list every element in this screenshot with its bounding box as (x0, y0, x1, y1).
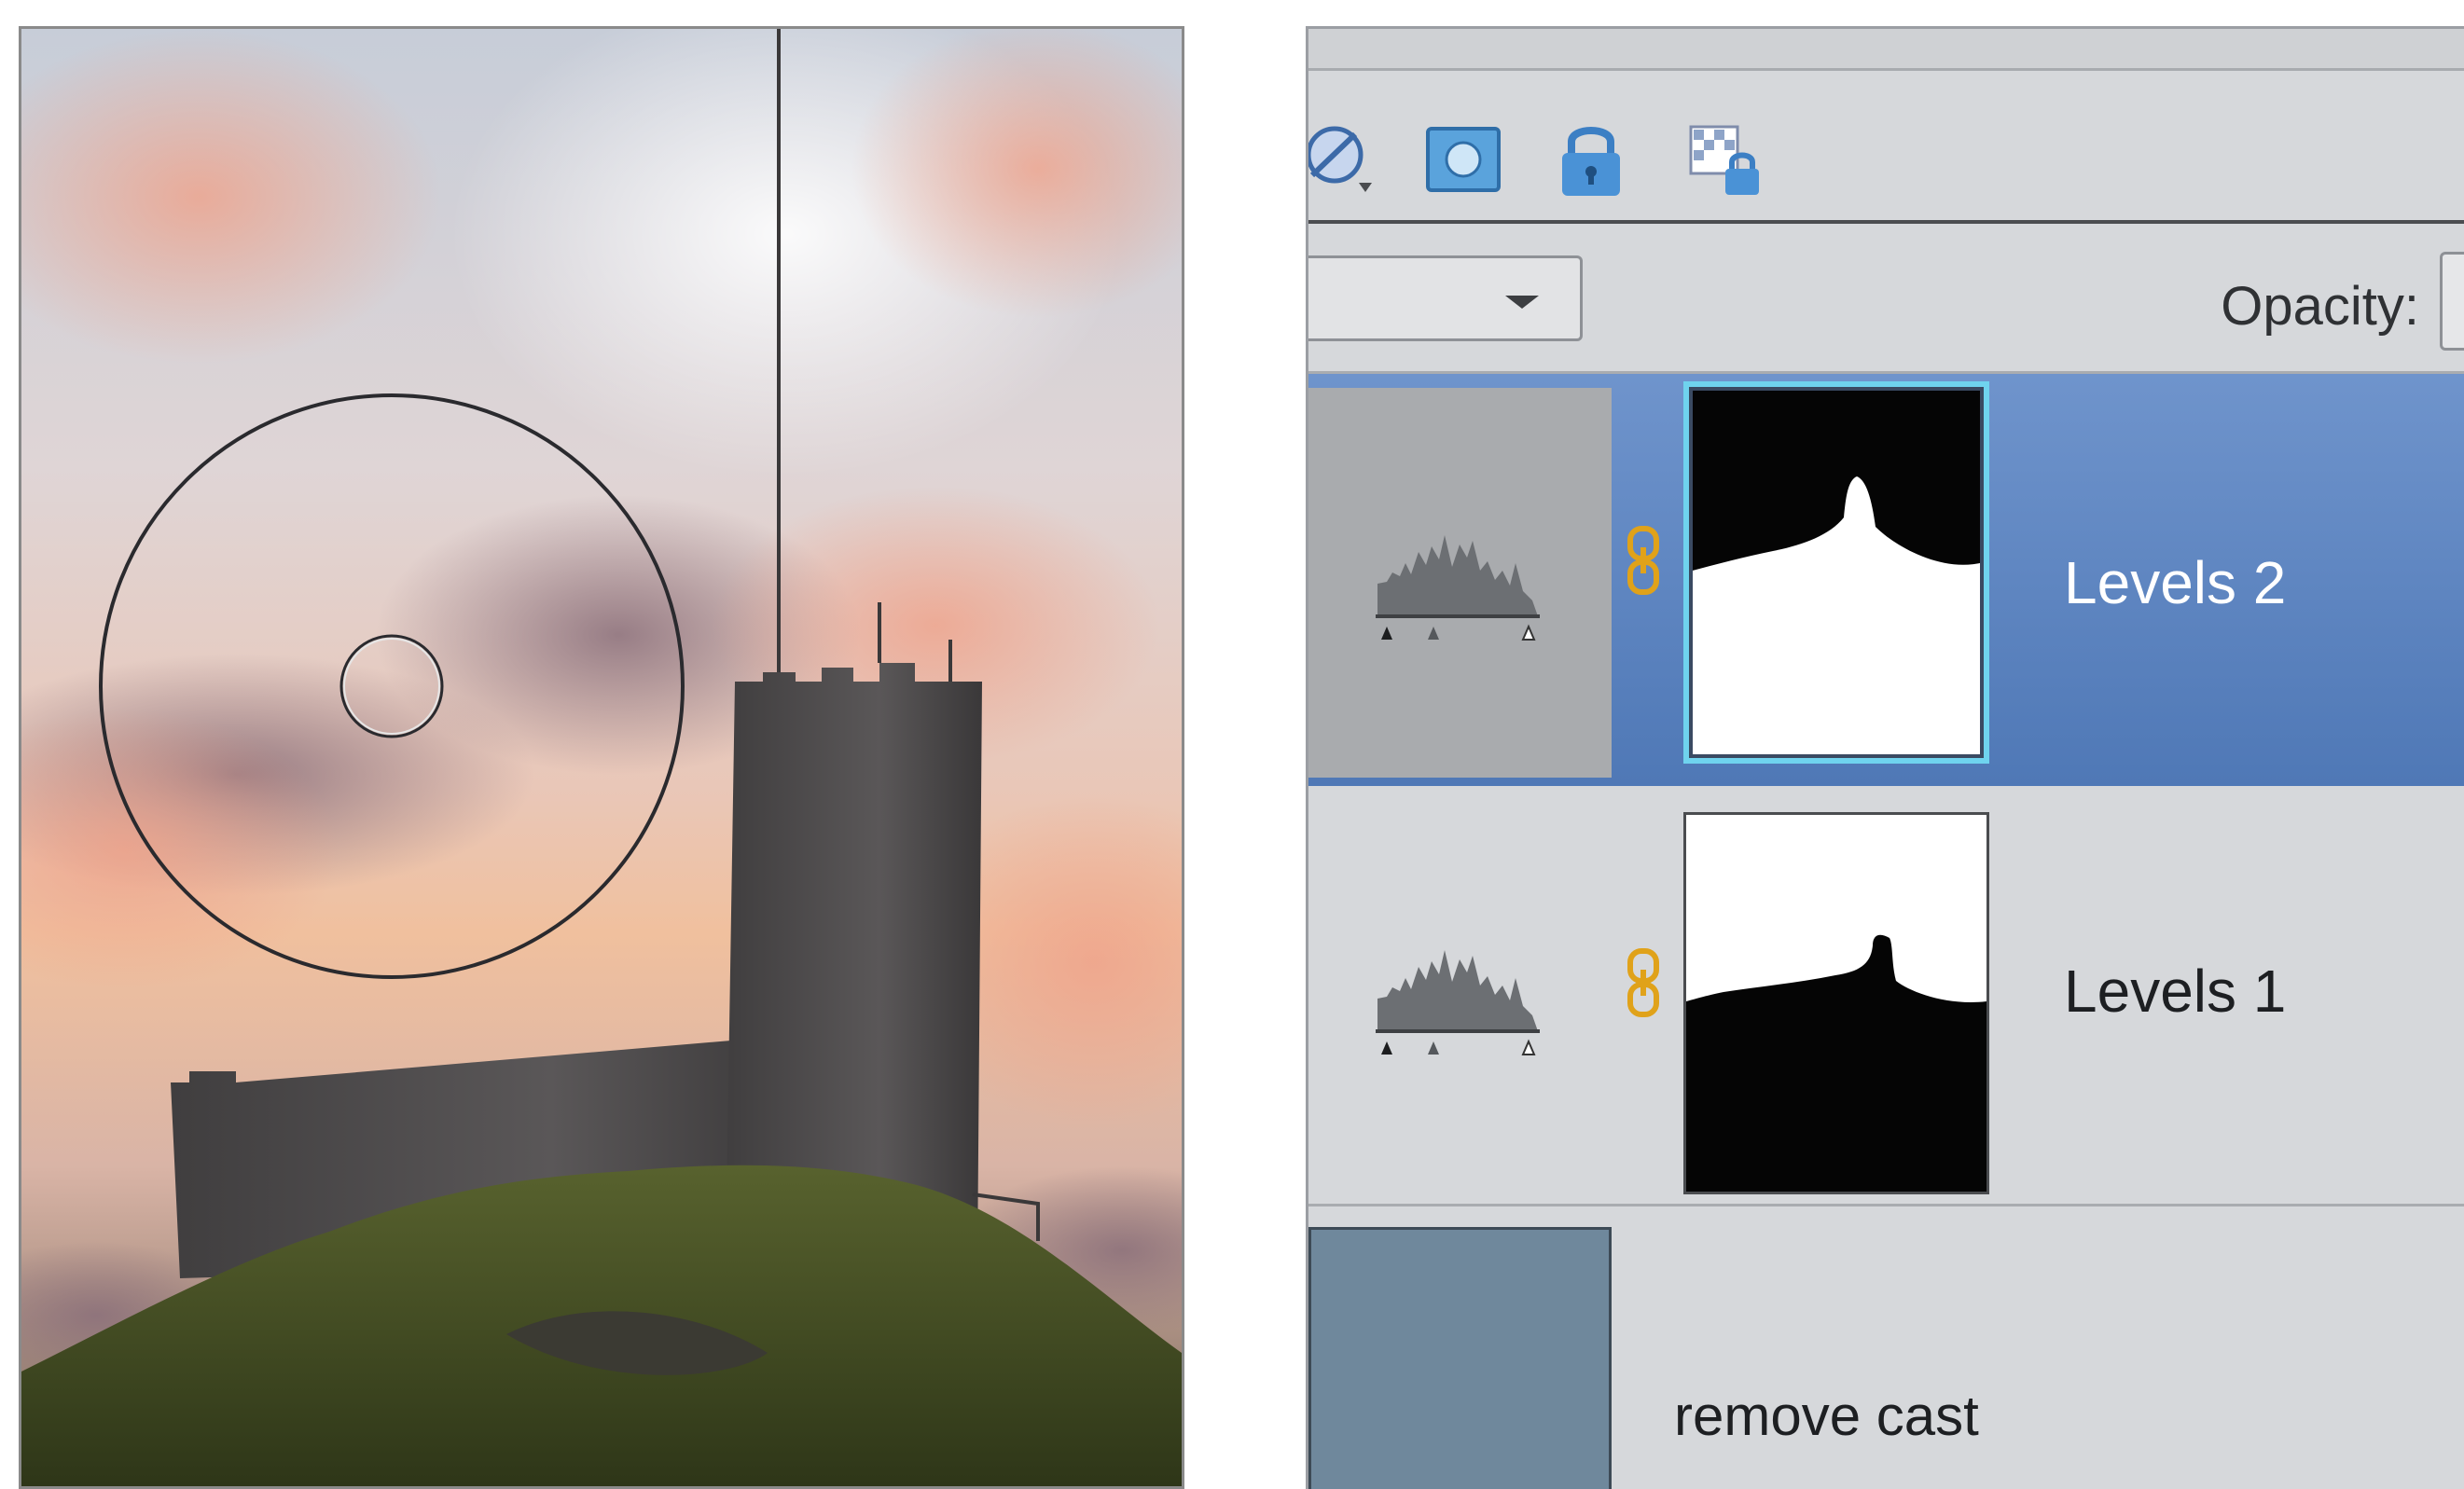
adjustment-thumbnail[interactable] (1308, 803, 1612, 1193)
layer-name[interactable]: Levels 1 (2064, 957, 2286, 1026)
opacity-label: Opacity: (2221, 276, 2419, 337)
blend-mode-row: Opacity: (1308, 224, 2464, 374)
mask-icon[interactable] (1420, 117, 1504, 201)
layer-name[interactable]: Levels 2 (2064, 548, 2286, 617)
layers-panel: Opacity: Levels 2 Levels 1 remove cast (1306, 26, 2464, 1489)
canvas-photo[interactable] (19, 26, 1184, 1489)
layer-row-levels-1[interactable]: Levels 1 (1308, 789, 2464, 1206)
blend-mode-select[interactable] (1308, 255, 1583, 341)
panel-header (1308, 29, 2464, 71)
blend-mode-icon[interactable] (1308, 117, 1385, 201)
layer-toolbar (1308, 71, 2464, 224)
layer-row-levels-2[interactable]: Levels 2 (1308, 374, 2464, 786)
lock-transparency-icon[interactable] (1682, 117, 1765, 201)
chain-link-icon[interactable] (1621, 523, 1668, 602)
layer-name[interactable]: remove cast (1674, 1384, 1979, 1448)
chain-link-icon[interactable] (1621, 945, 1668, 1025)
chevron-down-icon (1505, 296, 1539, 309)
layer-row-remove-cast[interactable]: remove cast (1308, 1206, 2464, 1489)
levels-histogram-icon (1376, 950, 1540, 1055)
lock-icon[interactable] (1549, 117, 1633, 201)
layer-mask-thumbnail[interactable] (1683, 812, 1989, 1194)
adjustment-thumbnail[interactable] (1308, 388, 1612, 778)
levels-histogram-icon (1376, 535, 1540, 641)
color-fill-thumbnail[interactable] (1308, 1227, 1612, 1489)
opacity-input[interactable] (2440, 252, 2464, 351)
brush-cursor-icon (99, 393, 685, 979)
layer-mask-thumbnail[interactable] (1683, 381, 1989, 764)
